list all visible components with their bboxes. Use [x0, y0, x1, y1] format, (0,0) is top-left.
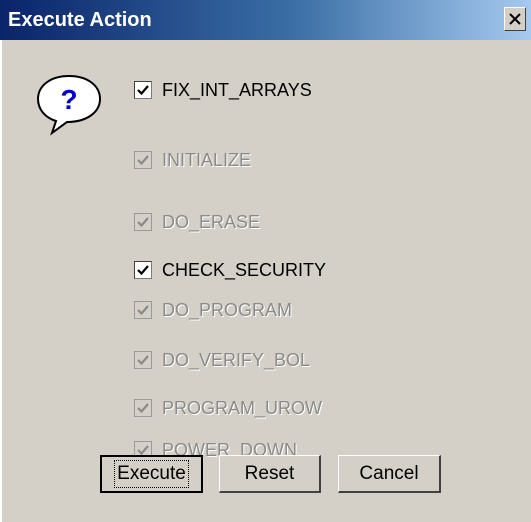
checkbox-box — [134, 301, 152, 319]
title-bar[interactable]: Execute Action — [0, 0, 531, 40]
checkbox-label: FIX_INT_ARRAYS — [162, 79, 312, 100]
reset-button-label: Reset — [244, 462, 295, 484]
close-icon — [509, 13, 521, 25]
checkbox-label: INITIALIZE — [162, 149, 252, 170]
execute-button-label: Execute — [114, 460, 189, 488]
checkbox-label: DO_VERIFY_BOL — [162, 349, 311, 370]
close-button[interactable] — [504, 7, 526, 31]
checkbox-box — [134, 213, 152, 231]
checkbox-fix-int-arrays[interactable]: FIX_INT_ARRAYS — [134, 77, 312, 103]
checkbox-do-verify-bol: DO_VERIFY_BOL — [134, 347, 310, 373]
checkbox-program-urow: PROGRAM_UROW — [134, 395, 322, 421]
cancel-button[interactable]: Cancel — [338, 455, 441, 493]
checkbox-do-erase: DO_ERASE — [134, 209, 260, 235]
dialog-body: ? FIX_INT_ARRAYS INITIALIZE DO_ERASE CHECK_… — [0, 40, 531, 522]
checkmark-icon — [137, 85, 149, 96]
checkbox-box[interactable] — [134, 261, 152, 279]
checkbox-label: CHECK_SECURITY — [162, 259, 327, 280]
checkmark-icon — [137, 155, 149, 166]
checkbox-box — [134, 351, 152, 369]
question-icon: ? — [36, 74, 102, 136]
cancel-button-label: Cancel — [359, 462, 419, 484]
execute-button[interactable]: Execute — [100, 455, 203, 493]
reset-button[interactable]: Reset — [219, 455, 321, 493]
checkbox-label: DO_ERASE — [162, 211, 261, 232]
checkmark-icon — [137, 403, 149, 414]
checkbox-do-program: DO_PROGRAM — [134, 297, 292, 323]
execute-action-dialog: Execute Action ? FIX_INT_ARRAYS INITIALIZ… — [0, 0, 531, 522]
checkbox-label: PROGRAM_UROW — [162, 397, 323, 418]
checkmark-icon — [137, 355, 149, 366]
checkbox-box — [134, 399, 152, 417]
checkbox-initialize: INITIALIZE — [134, 147, 251, 173]
checkbox-check-security[interactable]: CHECK_SECURITY — [134, 257, 326, 283]
checkmark-icon — [137, 305, 149, 316]
checkbox-box — [134, 151, 152, 169]
window-title: Execute Action — [8, 9, 152, 31]
checkbox-label: DO_PROGRAM — [162, 299, 293, 320]
checkmark-icon — [137, 265, 149, 276]
checkmark-icon — [137, 217, 149, 228]
checkbox-box[interactable] — [134, 81, 152, 99]
svg-text:?: ? — [60, 84, 77, 115]
